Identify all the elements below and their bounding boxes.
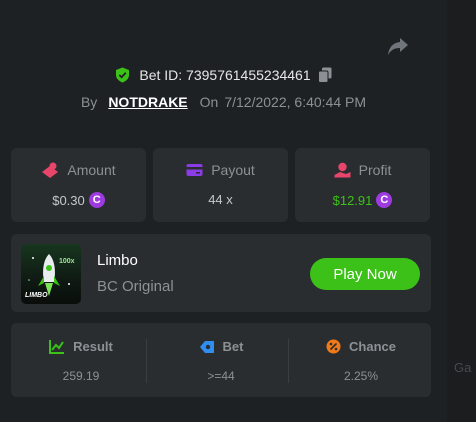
amount-label: Amount xyxy=(67,162,116,178)
profit-value: $12.91 xyxy=(332,192,373,208)
result-column: Result 259.19 xyxy=(11,323,151,397)
game-subtitle: BC Original xyxy=(97,278,174,295)
bet-stats: Amount $0.30 C Payout 44 x Profit $12.91… xyxy=(11,148,431,222)
amount-value: $0.30 xyxy=(52,192,85,208)
chance-column: Chance 2.25% xyxy=(291,323,431,397)
result-icon xyxy=(49,340,65,354)
bet-label: Bet xyxy=(222,339,244,354)
coin-icon: C xyxy=(376,192,393,208)
divider xyxy=(288,339,289,383)
bet-icon xyxy=(199,340,214,353)
game-card: 100x LIMBO Limbo BC Original Play Now xyxy=(11,234,431,312)
amount-icon xyxy=(42,162,59,178)
shield-check-icon xyxy=(116,67,130,83)
result-card: Result 259.19 Bet >=44 Chance 2.25% xyxy=(11,323,431,397)
bet-value: >=44 xyxy=(207,369,235,383)
amount-card: Amount $0.30 C xyxy=(11,148,146,222)
game-name: Limbo xyxy=(97,252,138,269)
share-icon[interactable] xyxy=(387,36,409,56)
thumbnail-title: LIMBO xyxy=(25,292,48,299)
payout-label: Payout xyxy=(211,162,255,178)
background-peek-text: Ga xyxy=(454,360,472,375)
bet-id-row: Bet ID: 7395761455234461 xyxy=(0,65,447,85)
bet-details-panel: Bet ID: 7395761455234461 By NOTDRAKE On … xyxy=(0,0,447,422)
copy-icon[interactable] xyxy=(317,67,332,83)
profit-label: Profit xyxy=(358,162,392,178)
thumbnail-badge: 100x xyxy=(59,258,75,265)
bet-id-label: Bet ID: xyxy=(139,67,183,83)
coin-icon: C xyxy=(88,192,105,208)
chance-label: Chance xyxy=(349,339,396,354)
by-label: By xyxy=(80,94,98,110)
bet-id-value: 7395761455234461 xyxy=(186,67,311,83)
payout-icon xyxy=(186,164,203,176)
play-now-button[interactable]: Play Now xyxy=(310,258,420,290)
profit-icon xyxy=(334,162,351,178)
result-value: 259.19 xyxy=(62,369,100,383)
background-page-strip: Ga xyxy=(447,0,476,422)
author-row: By NOTDRAKE On 7/12/2022, 6:40:44 PM xyxy=(0,92,447,112)
bet-id-text: Bet ID: 7395761455234461 xyxy=(139,67,310,83)
username-link[interactable]: NOTDRAKE xyxy=(108,94,187,110)
payout-card: Payout 44 x xyxy=(153,148,288,222)
bet-column: Bet >=44 xyxy=(151,323,291,397)
on-label: On xyxy=(199,94,219,110)
divider xyxy=(146,339,147,383)
chance-icon xyxy=(326,339,341,354)
profit-card: Profit $12.91 C xyxy=(295,148,430,222)
bet-datetime: 7/12/2022, 6:40:44 PM xyxy=(224,94,367,110)
result-label: Result xyxy=(73,339,113,354)
payout-value: 44 x xyxy=(208,192,233,207)
chance-value: 2.25% xyxy=(343,369,379,383)
limbo-game-thumbnail[interactable]: 100x LIMBO xyxy=(21,244,81,304)
